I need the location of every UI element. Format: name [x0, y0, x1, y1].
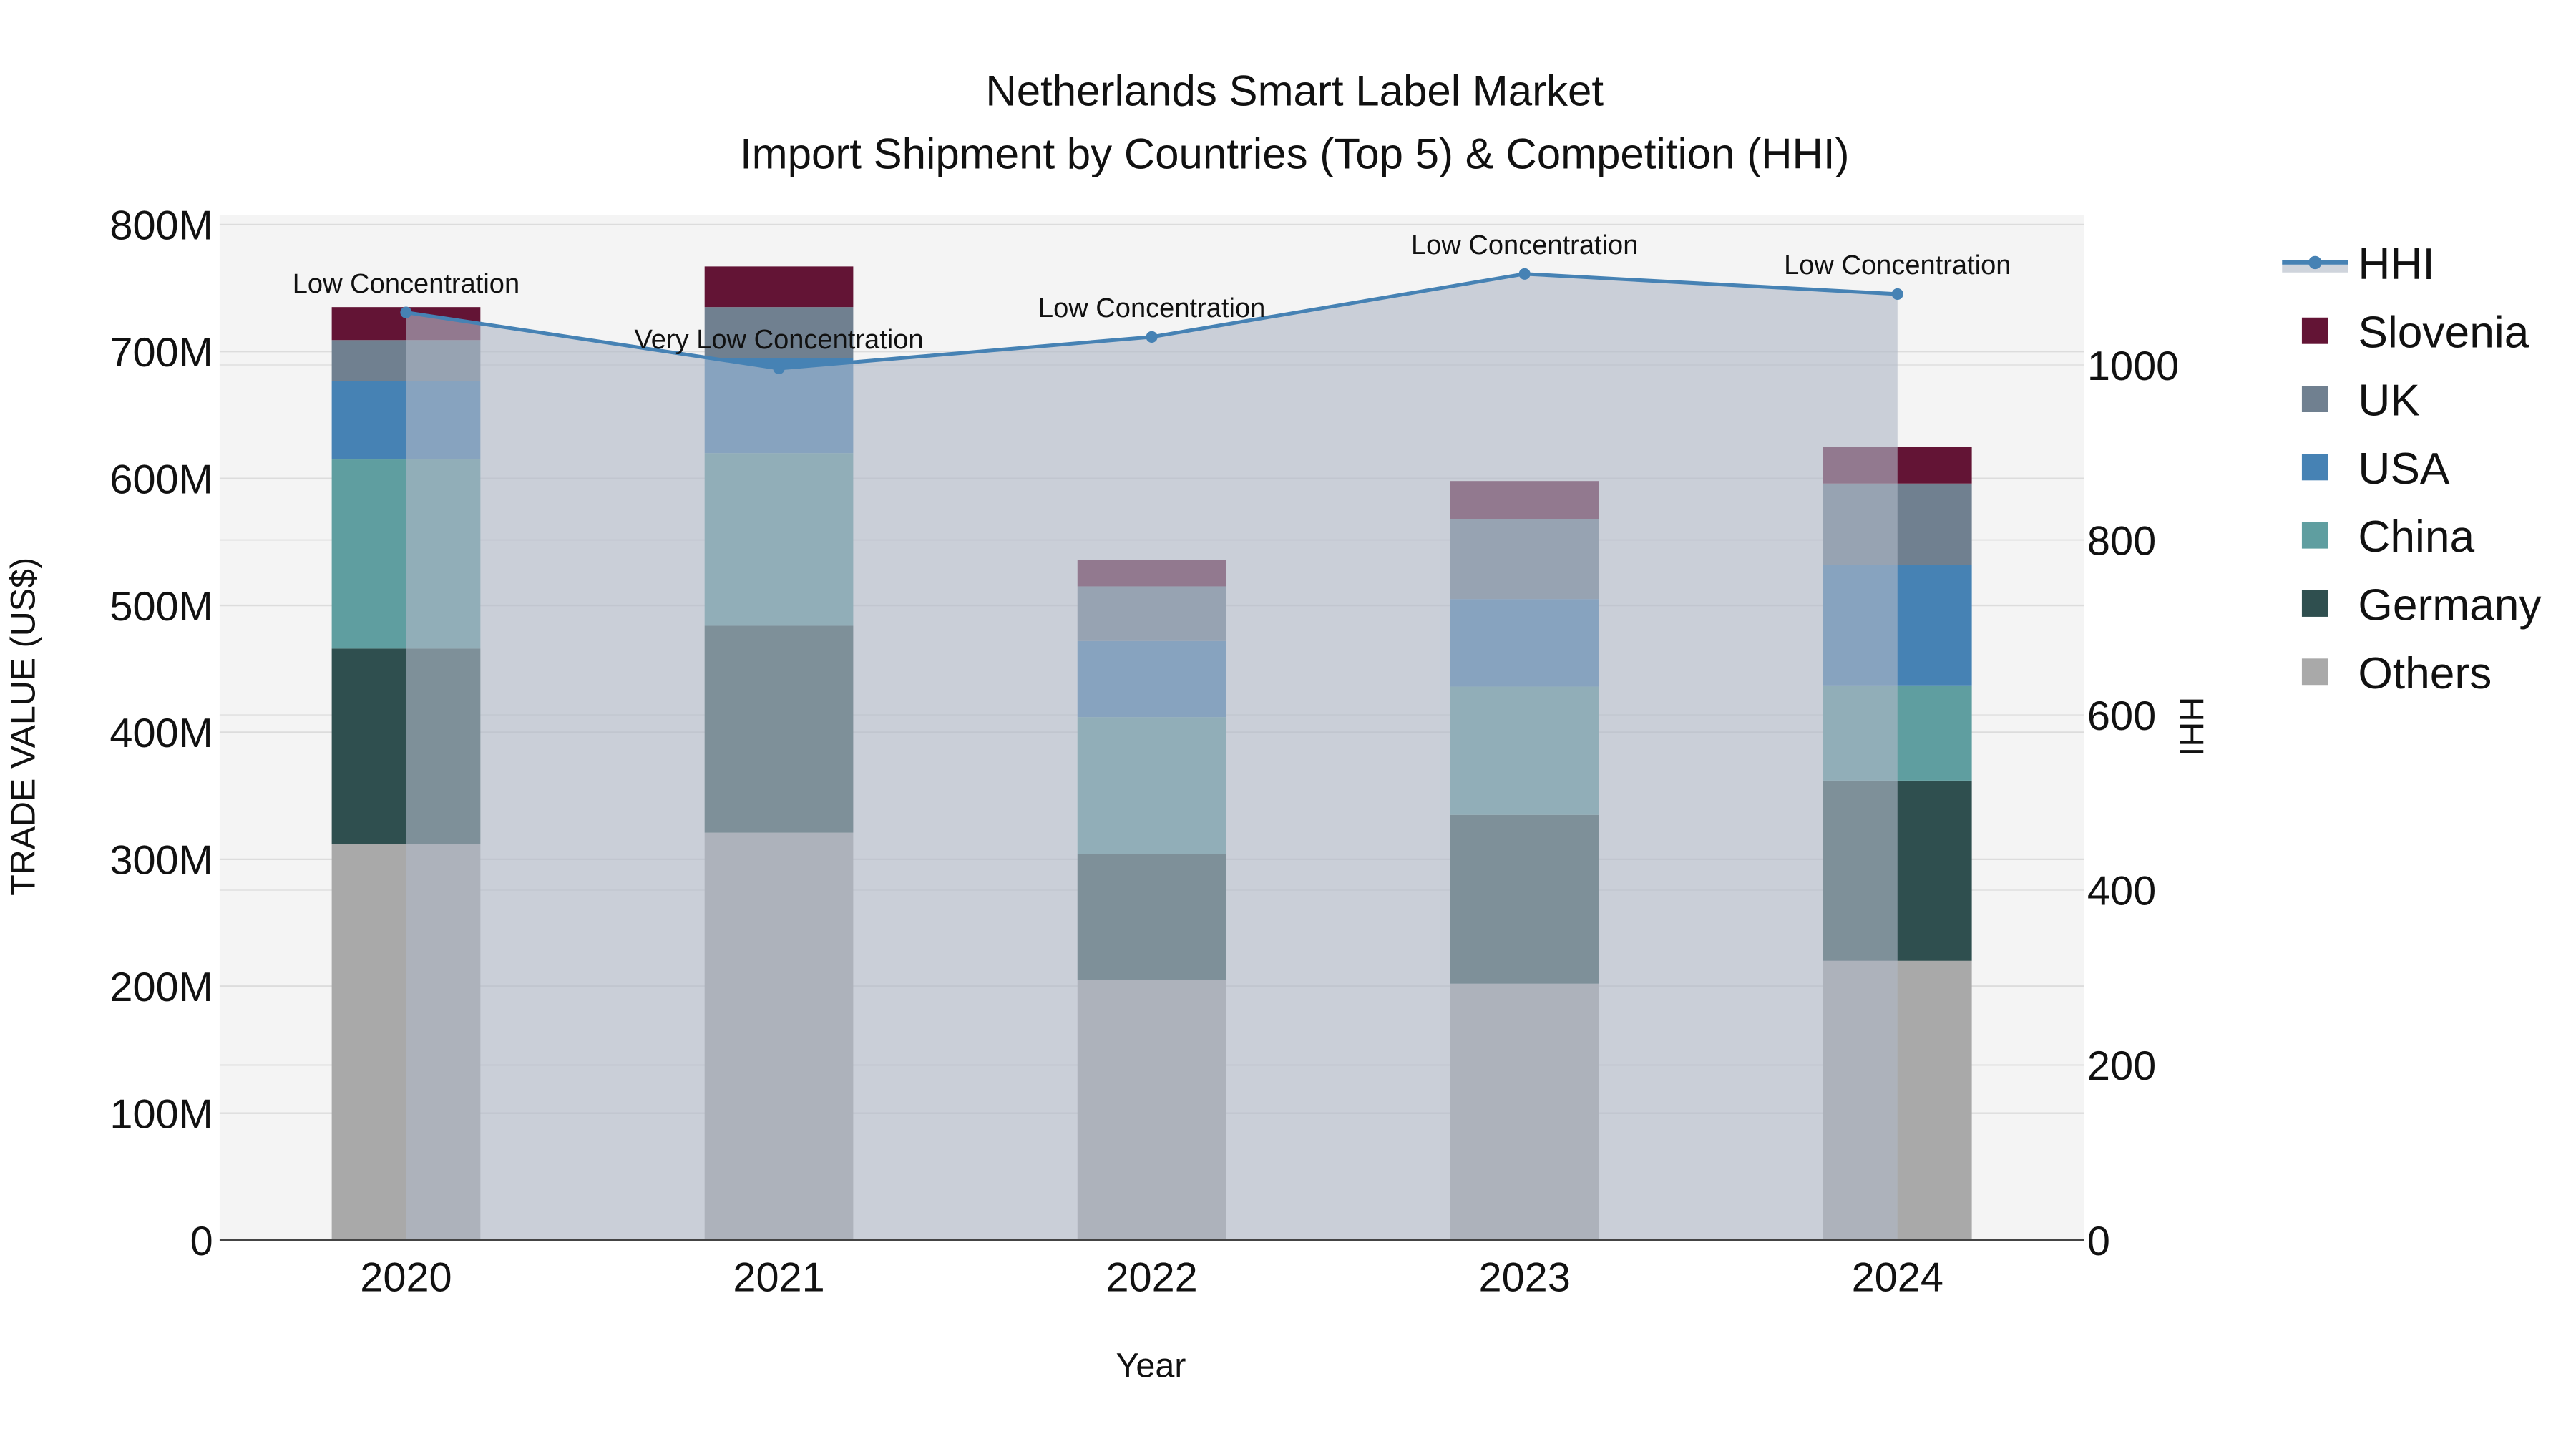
hhi-series: Low Concentration Very Low Concentration L… — [293, 230, 2011, 1241]
y2-axis-ticks: 0 200 400 600 800 1000 — [2087, 343, 2179, 1264]
legend-item-usa[interactable]: USA — [2301, 444, 2450, 494]
legend-label: Slovenia — [2358, 308, 2529, 357]
y2-tick-label: 200 — [2087, 1043, 2156, 1089]
legend-item-others[interactable]: Others — [2301, 649, 2492, 698]
chart-subtitle: Import Shipment by Countries (Top 5) & C… — [740, 130, 1850, 177]
chart: Low Concentration Very Low Concentration L… — [4, 67, 2542, 1385]
legend-item-germany[interactable]: Germany — [2301, 581, 2542, 630]
x-axis-label: Year — [1116, 1347, 1186, 1385]
y-axis-label: TRADE VALUE (US$) — [4, 557, 42, 896]
x-tick-label: 2022 — [1106, 1255, 1197, 1301]
x-tick-label: 2023 — [1479, 1255, 1571, 1301]
hhi-point-2021 — [773, 362, 785, 374]
legend-swatch — [2301, 317, 2328, 344]
legend-swatch — [2301, 454, 2328, 481]
hhi-point-2020 — [400, 306, 412, 318]
hhi-annotation: Very Low Concentration — [634, 325, 923, 355]
y-tick-label: 600M — [109, 457, 213, 502]
y-tick-label: 300M — [109, 838, 213, 884]
y-tick-label: 700M — [109, 330, 213, 376]
y-axis-ticks: 0 100M 200M 300M 400M 500M 600M 700M 800M — [109, 203, 213, 1264]
y2-tick-label: 0 — [2087, 1219, 2110, 1264]
legend-item-china[interactable]: China — [2301, 512, 2475, 562]
legend-swatch — [2301, 658, 2328, 686]
legend-marker — [2308, 255, 2322, 270]
chart-title: Netherlands Smart Label Market — [985, 67, 1604, 115]
hhi-annotation: Low Concentration — [1784, 250, 2011, 280]
y-tick-label: 500M — [109, 584, 213, 630]
y-tick-label: 800M — [109, 203, 213, 249]
legend-label: Germany — [2358, 581, 2542, 630]
x-axis-ticks: 2020 2021 2022 2023 2024 — [360, 1255, 1943, 1301]
hhi-annotation: Low Concentration — [293, 269, 519, 299]
y2-tick-label: 800 — [2087, 518, 2156, 564]
hhi-area — [406, 273, 1898, 1241]
legend-swatch — [2301, 522, 2328, 549]
y-tick-label: 200M — [109, 965, 213, 1010]
legend-swatch — [2301, 386, 2328, 412]
legend-label: HHI — [2358, 240, 2434, 289]
legend-item-uk[interactable]: UK — [2301, 376, 2420, 426]
legend-item-hhi[interactable]: HHI — [2282, 240, 2435, 289]
y2-tick-label: 1000 — [2087, 343, 2179, 389]
y-tick-label: 400M — [109, 711, 213, 756]
x-tick-label: 2020 — [360, 1255, 452, 1301]
hhi-point-2022 — [1146, 331, 1158, 343]
y-tick-label: 0 — [190, 1219, 213, 1264]
legend-label: USA — [2358, 444, 2450, 494]
legend-item-slovenia[interactable]: Slovenia — [2301, 308, 2529, 357]
hhi-annotation: Low Concentration — [1038, 293, 1265, 323]
hhi-annotation: Low Concentration — [1411, 230, 1638, 260]
hhi-point-2023 — [1518, 268, 1531, 280]
legend: HHI Slovenia UK USA China Germany Others — [2282, 240, 2542, 698]
x-tick-label: 2024 — [1852, 1255, 1943, 1301]
legend-swatch — [2301, 590, 2328, 617]
legend-label: UK — [2358, 376, 2420, 426]
y2-tick-label: 400 — [2087, 869, 2156, 914]
legend-label: China — [2358, 512, 2474, 562]
y2-tick-label: 600 — [2087, 693, 2156, 739]
bar-slovenia-2021 — [704, 266, 854, 308]
hhi-point-2024 — [1891, 288, 1903, 301]
y2-axis-label: HHI — [2172, 697, 2210, 756]
legend-label: Others — [2358, 649, 2492, 698]
y-tick-label: 100M — [109, 1091, 213, 1137]
x-tick-label: 2021 — [733, 1255, 824, 1301]
